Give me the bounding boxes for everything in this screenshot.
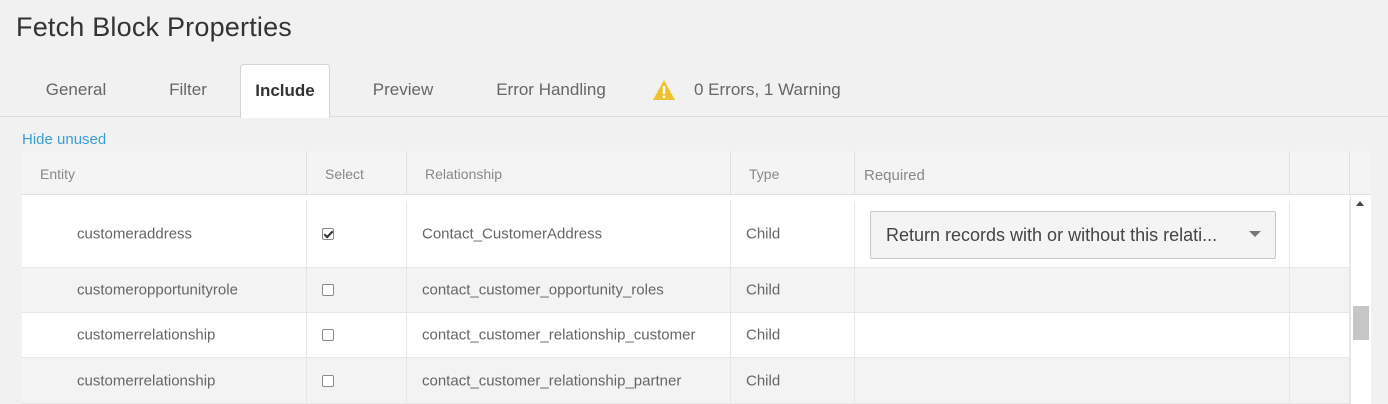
table-header: Entity Select Relationship Type Required xyxy=(22,151,1371,195)
entity-name: customeropportunityrole xyxy=(77,281,238,299)
tab-include[interactable]: Include xyxy=(240,64,330,118)
select-checkbox[interactable] xyxy=(322,374,334,387)
entity-name: customerrelationship xyxy=(77,372,216,389)
vertical-scrollbar[interactable] xyxy=(1350,195,1371,404)
select-checkbox[interactable] xyxy=(322,329,334,341)
entity-name: customerrelationship xyxy=(77,326,216,344)
column-header-type[interactable]: Type xyxy=(731,151,855,195)
warning-icon xyxy=(653,80,675,100)
relationship-type: Child xyxy=(746,326,781,344)
required-dropdown-value: Return records with or without this rela… xyxy=(886,225,1218,245)
include-table: Entity Select Relationship Type Required… xyxy=(22,151,1371,404)
table-row[interactable]: customeraddress Contact_CustomerAddress … xyxy=(22,201,1350,268)
page-title: Fetch Block Properties xyxy=(16,12,293,42)
scroll-thumb[interactable] xyxy=(1353,306,1369,340)
relationship-name: Contact_CustomerAddress xyxy=(422,225,603,243)
status-text: 0 Errors, 1 Warning xyxy=(694,80,841,99)
column-header-entity[interactable]: Entity xyxy=(22,151,307,195)
tab-preview[interactable]: Preview xyxy=(330,64,476,117)
relationship-type: Child xyxy=(746,372,781,389)
scroll-up-arrow-icon[interactable] xyxy=(1356,201,1364,206)
relationship-name: contact_customer_opportunity_roles xyxy=(422,281,664,299)
column-header-blank xyxy=(1290,151,1350,195)
column-header-select[interactable]: Select xyxy=(307,151,407,195)
required-dropdown[interactable]: Return records with or without this rela… xyxy=(870,211,1276,259)
select-checkbox[interactable] xyxy=(322,228,334,240)
relationship-type: Child xyxy=(746,281,781,299)
table-row[interactable]: customerrelationship contact_customer_re… xyxy=(22,358,1350,404)
column-header-relationship[interactable]: Relationship xyxy=(407,151,731,195)
chevron-down-icon xyxy=(1249,231,1261,237)
relationship-type: Child xyxy=(746,225,781,243)
select-checkbox[interactable] xyxy=(322,284,334,296)
tab-filter[interactable]: Filter xyxy=(136,64,240,117)
tab-error-handling[interactable]: Error Handling xyxy=(476,64,626,117)
relationship-name: contact_customer_relationship_partner xyxy=(422,372,682,389)
entity-name: customeraddress xyxy=(77,225,193,243)
column-header-required[interactable]: Required xyxy=(855,151,1290,195)
relationship-name: contact_customer_relationship_customer xyxy=(422,326,696,344)
hide-unused-link[interactable]: Hide unused xyxy=(22,131,106,148)
tab-general[interactable]: General xyxy=(16,64,136,117)
table-row[interactable]: customerrelationship contact_customer_re… xyxy=(22,313,1350,358)
tab-bar: General Filter Include Preview Error Han… xyxy=(16,64,1388,118)
table-row[interactable]: customeropportunityrole contact_customer… xyxy=(22,268,1350,313)
